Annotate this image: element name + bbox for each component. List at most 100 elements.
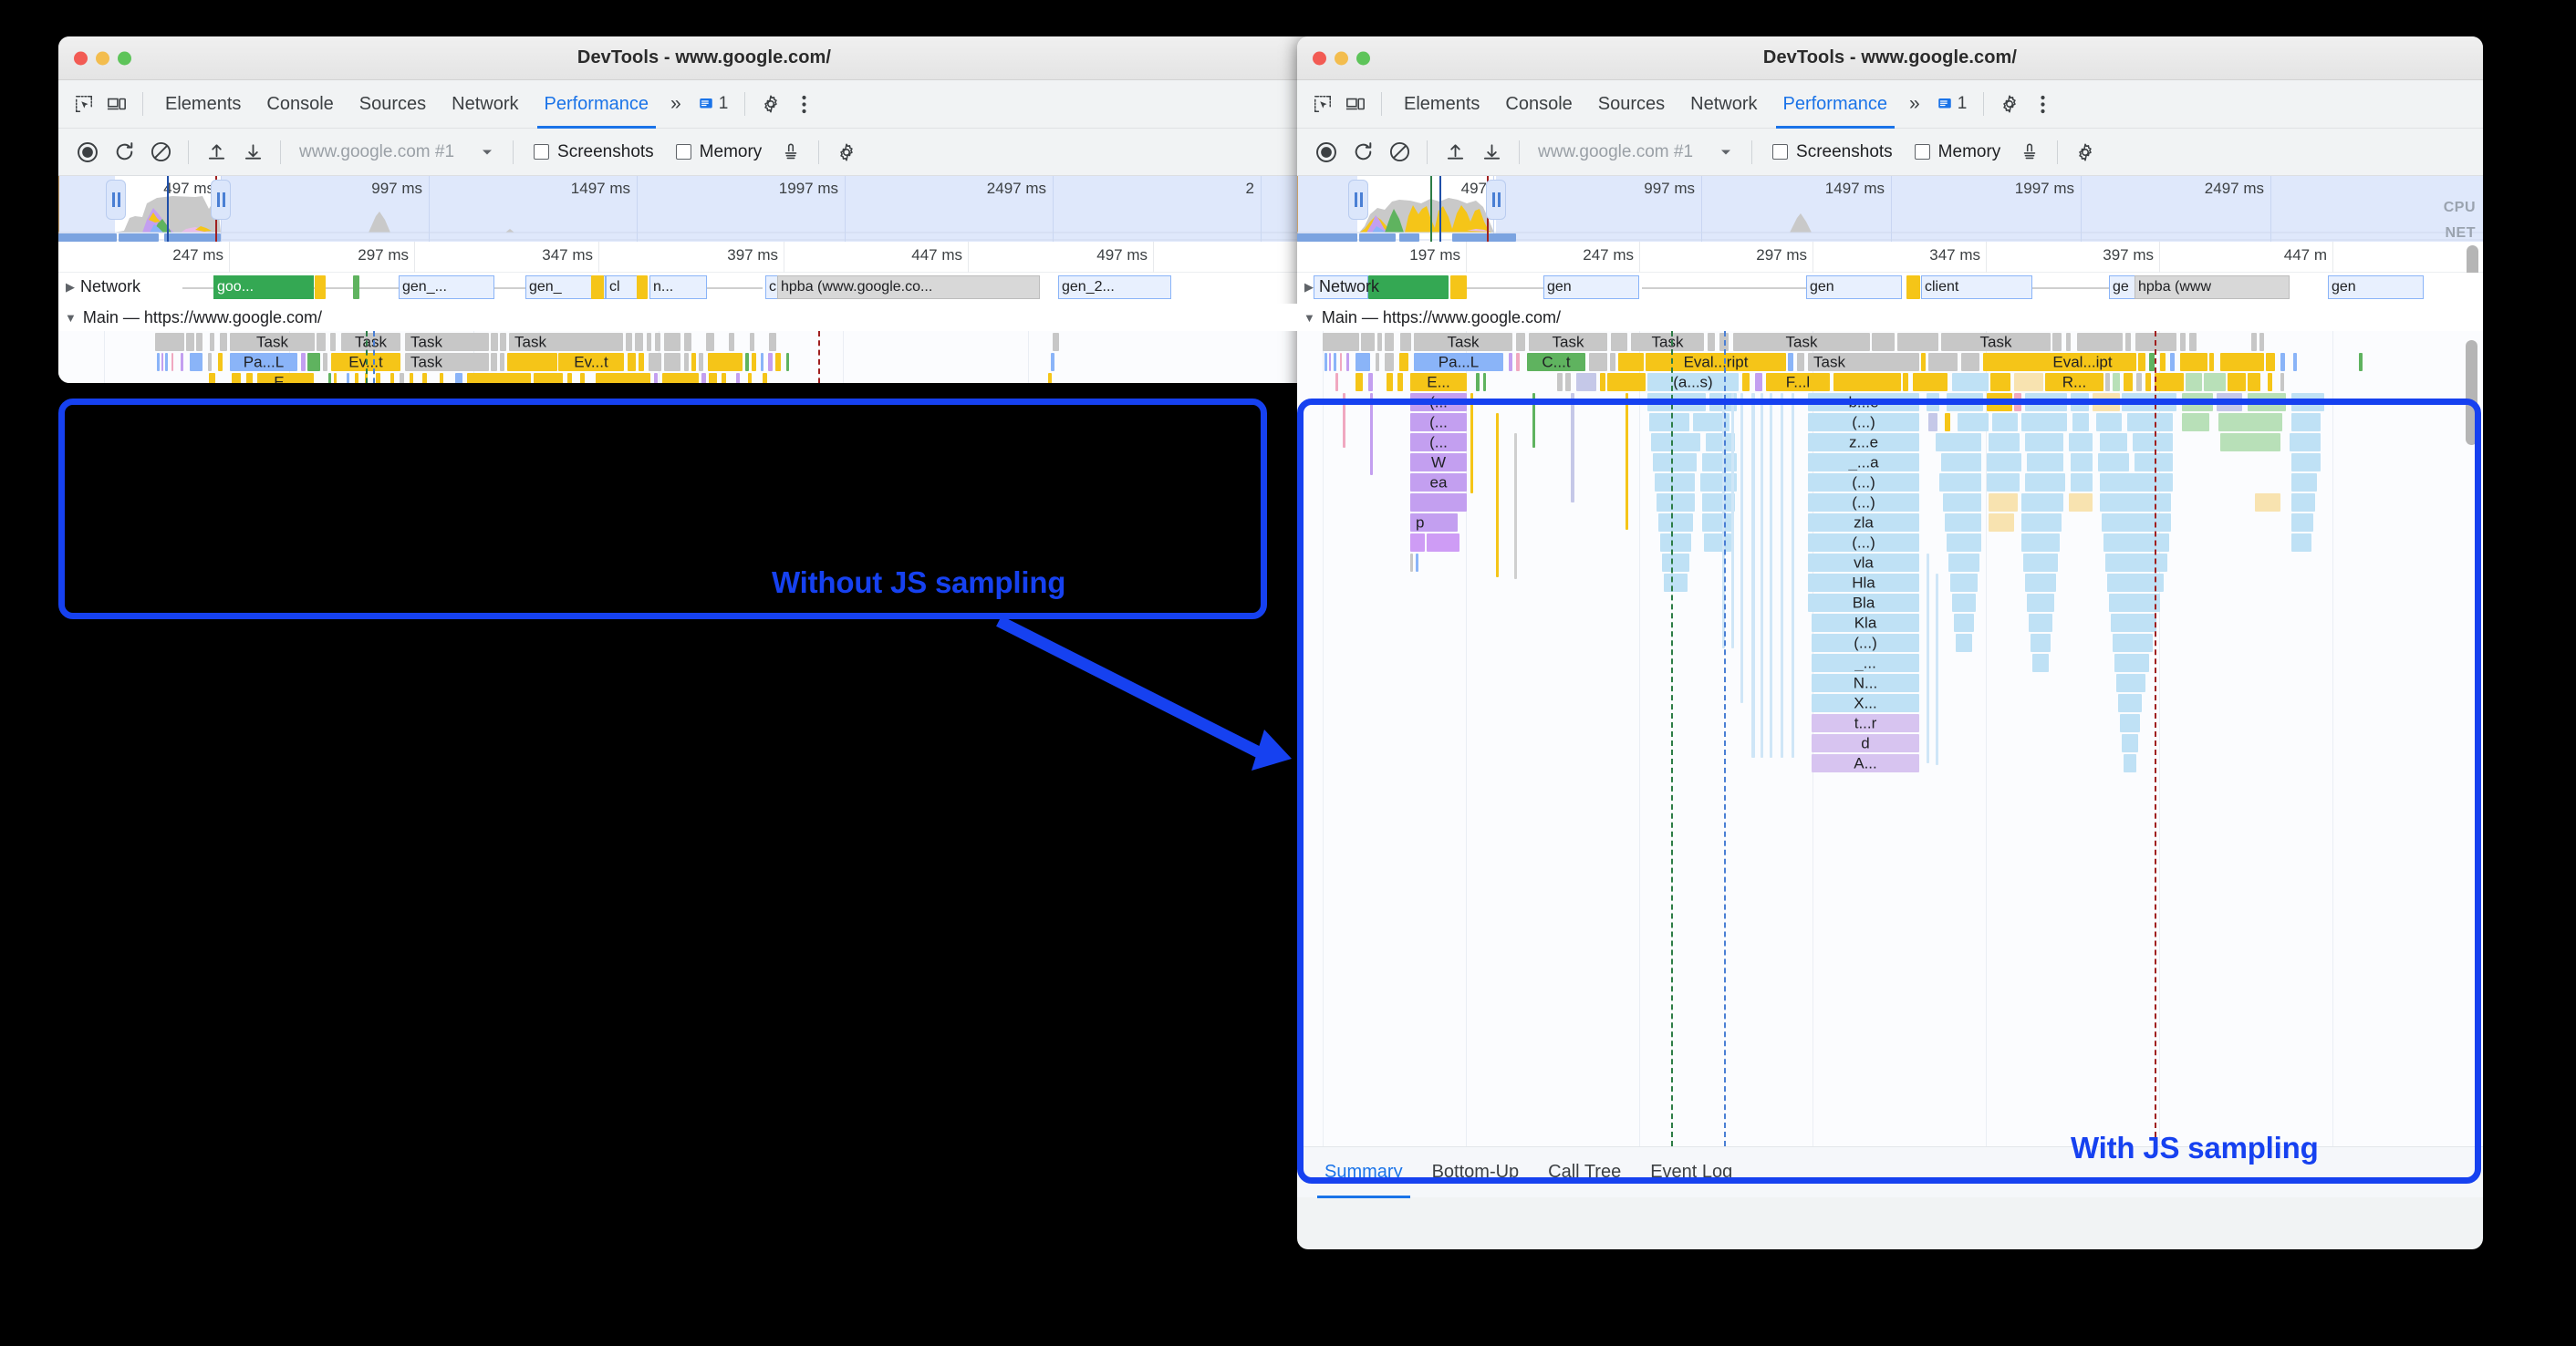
- flame-block[interactable]: [1334, 353, 1336, 371]
- flame-block[interactable]: Ev...t: [558, 353, 624, 371]
- flame-block[interactable]: [1335, 373, 1338, 391]
- flame-block[interactable]: [1987, 473, 2020, 492]
- flame-block[interactable]: [567, 373, 572, 383]
- flame-block[interactable]: [1952, 594, 1976, 612]
- flame-block[interactable]: t...r: [1812, 714, 1919, 732]
- tab-elements[interactable]: Elements: [152, 80, 254, 129]
- flame-block[interactable]: [1329, 353, 1331, 371]
- flame-block[interactable]: (...): [1808, 473, 1919, 492]
- flame-block[interactable]: [2111, 614, 2156, 632]
- flame-block[interactable]: [699, 353, 703, 371]
- flame-block[interactable]: [2025, 433, 2063, 451]
- close-window-button[interactable]: [74, 51, 88, 65]
- flame-block[interactable]: [1400, 333, 1411, 351]
- flame-block[interactable]: [1516, 333, 1525, 351]
- flame-block[interactable]: [422, 373, 427, 383]
- tab-sources[interactable]: Sources: [347, 80, 439, 129]
- flame-block[interactable]: [186, 333, 194, 351]
- flame-block[interactable]: [1611, 333, 1627, 351]
- flame-block[interactable]: [2290, 433, 2321, 451]
- collapse-arrow-icon[interactable]: ▼: [1304, 311, 1315, 325]
- minimize-window-button[interactable]: [1335, 51, 1348, 65]
- flame-block[interactable]: [2291, 473, 2317, 492]
- flame-block[interactable]: [2251, 333, 2257, 351]
- flame-block[interactable]: [220, 333, 227, 351]
- flame-block[interactable]: [2122, 393, 2176, 411]
- flame-block[interactable]: [232, 373, 241, 383]
- flame-block[interactable]: [2098, 453, 2129, 471]
- flame-block[interactable]: (...: [1410, 433, 1467, 451]
- gear-icon[interactable]: [754, 88, 787, 120]
- screenshots-checkbox[interactable]: Screenshots: [523, 142, 665, 162]
- device-toolbar-icon[interactable]: [100, 88, 133, 120]
- flame-block[interactable]: Task: [1414, 333, 1512, 351]
- flame-block[interactable]: Task: [1529, 333, 1607, 351]
- flame-block[interactable]: [323, 353, 327, 371]
- flame-block[interactable]: [2135, 453, 2173, 471]
- flame-block[interactable]: (...: [1410, 413, 1467, 431]
- network-request[interactable]: hpba (www.google.co...: [777, 275, 1040, 299]
- clear-icon[interactable]: [1381, 134, 1418, 171]
- overview-left-handle[interactable]: [106, 180, 126, 220]
- flame-block[interactable]: F...l: [1766, 373, 1830, 391]
- flame-block[interactable]: [534, 373, 563, 383]
- flame-block[interactable]: Pa...L: [1414, 353, 1503, 371]
- expand-arrow-icon[interactable]: ▶: [66, 280, 75, 295]
- clear-icon[interactable]: [142, 134, 179, 171]
- flame-block[interactable]: [1947, 533, 1981, 552]
- flame-block[interactable]: _...: [1812, 654, 1919, 672]
- flame-block[interactable]: [2096, 413, 2122, 431]
- flame-block[interactable]: [1600, 373, 1605, 391]
- flame-block[interactable]: [2014, 393, 2021, 411]
- flame-block[interactable]: [1653, 453, 1697, 471]
- devtools-tab-bar[interactable]: Elements Console Sources Network Perform…: [58, 80, 1350, 129]
- devtools-tab-bar[interactable]: Elements Console Sources Network Perform…: [1297, 80, 2483, 129]
- flame-block[interactable]: [1476, 373, 1480, 391]
- flame-block[interactable]: [639, 353, 644, 371]
- expand-arrow-icon[interactable]: ▶: [1304, 280, 1314, 295]
- network-request[interactable]: ge: [2109, 275, 2136, 299]
- flame-block[interactable]: [729, 333, 734, 351]
- flame-block[interactable]: [2124, 373, 2133, 391]
- flame-block[interactable]: [1514, 433, 1517, 579]
- more-options-icon[interactable]: [2026, 88, 2059, 120]
- flame-block[interactable]: [2180, 333, 2186, 351]
- flame-block[interactable]: [2291, 393, 2324, 411]
- flame-block[interactable]: [2228, 373, 2246, 391]
- performance-toolbar[interactable]: www.google.com #1 Screenshots Memory: [1297, 129, 2483, 176]
- flame-block[interactable]: [2100, 473, 2173, 492]
- console-messages-badge[interactable]: 1: [691, 94, 736, 114]
- flame-block[interactable]: [1708, 333, 1715, 351]
- flame-block[interactable]: Task: [1631, 333, 1704, 351]
- flame-block[interactable]: [2021, 533, 2060, 552]
- flame-block[interactable]: _...a: [1808, 453, 1919, 471]
- memory-checkbox[interactable]: Memory: [1904, 142, 2012, 162]
- flame-block[interactable]: [635, 333, 643, 351]
- overview-left-handle[interactable]: [1348, 180, 1368, 220]
- flame-block[interactable]: [1565, 373, 1571, 391]
- flame-block[interactable]: [1950, 574, 1978, 592]
- flame-block[interactable]: [786, 353, 789, 371]
- flame-block[interactable]: [2217, 393, 2242, 411]
- flame-block[interactable]: [500, 333, 506, 351]
- flame-block[interactable]: [1410, 533, 1425, 552]
- flame-block[interactable]: [1961, 353, 1979, 371]
- flame-block[interactable]: [1410, 493, 1467, 512]
- tab-elements[interactable]: Elements: [1391, 80, 1492, 129]
- network-request[interactable]: client: [1921, 275, 2032, 299]
- flame-block[interactable]: [701, 373, 706, 383]
- more-tabs-icon[interactable]: »: [661, 93, 691, 115]
- flame-block[interactable]: [2113, 634, 2153, 652]
- flame-block[interactable]: [334, 373, 337, 383]
- flame-block[interactable]: [1356, 373, 1363, 391]
- tab-console[interactable]: Console: [254, 80, 346, 129]
- flame-block[interactable]: [654, 373, 658, 383]
- flame-block[interactable]: [2291, 413, 2321, 431]
- flame-block[interactable]: [626, 333, 632, 351]
- title-bar[interactable]: DevTools - www.google.com/: [1297, 36, 2483, 80]
- flame-block[interactable]: [662, 373, 699, 383]
- flame-block[interactable]: [1989, 493, 2018, 512]
- flame-block[interactable]: [628, 353, 636, 371]
- save-profile-icon[interactable]: [1473, 134, 1510, 171]
- flame-block[interactable]: [2136, 373, 2142, 391]
